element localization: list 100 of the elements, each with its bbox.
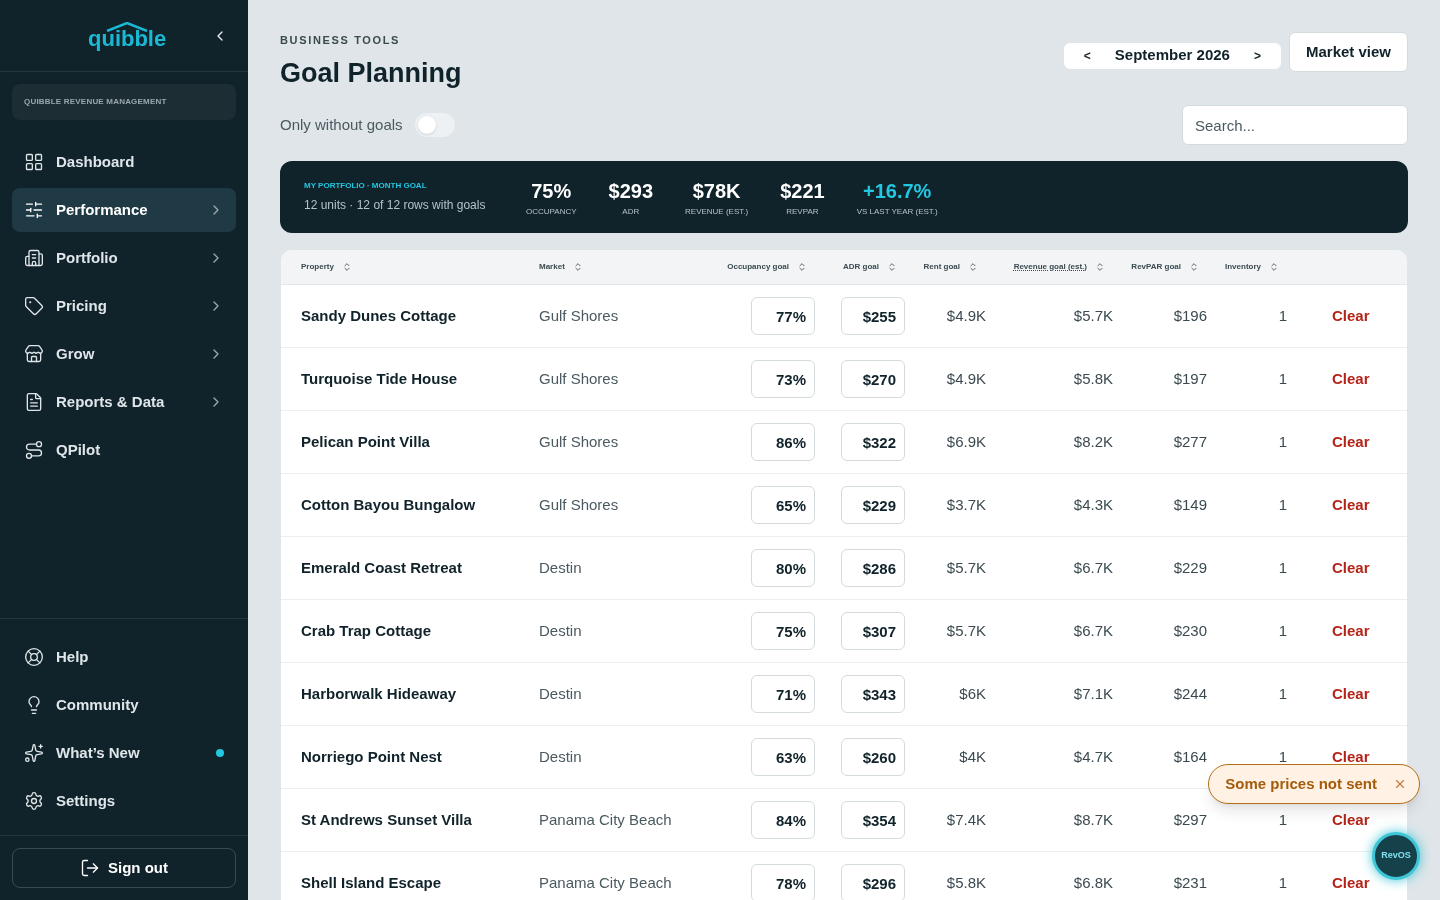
nav-item[interactable]: Reports & Data xyxy=(12,380,236,424)
adr-goal-field[interactable]: $270 xyxy=(841,360,905,398)
revenue-goal-cell-text: $6.8K xyxy=(1072,872,1113,893)
occupancy-goal-field[interactable]: 78% xyxy=(751,864,815,900)
adr-goal-field[interactable]: $307 xyxy=(841,612,905,650)
clear-button[interactable]: Clear xyxy=(1332,304,1370,328)
occupancy-goal-field[interactable]: 75% xyxy=(751,612,815,650)
adr-goal-field[interactable]: $354 xyxy=(841,801,905,839)
filter-label: Only without goals xyxy=(280,114,403,135)
previous-month-button[interactable]: < xyxy=(1083,46,1091,65)
adr-goal-field[interactable]: $322 xyxy=(841,423,905,461)
property-name: Sandy Dunes Cottage xyxy=(301,305,458,326)
rent-goal-cell-text: $5.7K xyxy=(945,557,986,578)
next-month-button[interactable]: > xyxy=(1253,46,1261,65)
clear-button[interactable]: Clear xyxy=(1332,871,1370,895)
market-cell-text: Gulf Shores xyxy=(539,368,620,389)
adr-goal-field[interactable]: $343 xyxy=(841,675,905,713)
sort-icon xyxy=(887,262,897,272)
nav-item[interactable]: Community xyxy=(12,683,236,727)
metric-label: VS LAST YEAR (EST.) xyxy=(856,206,938,218)
revpar-goal-cell-text: $229 xyxy=(1172,557,1207,578)
market-cell-text: Gulf Shores xyxy=(539,305,620,326)
occupancy-goal-field[interactable]: 86% xyxy=(751,423,815,461)
adr-goal-field[interactable]: $255 xyxy=(841,297,905,335)
toggle-switch[interactable] xyxy=(414,113,455,137)
metric-label: REVPAR xyxy=(786,206,819,218)
revenue-goal-cell-text: $7.1K xyxy=(1072,683,1113,704)
search-field[interactable]: Search... xyxy=(1182,105,1408,145)
property-name: Shell Island Escape xyxy=(301,872,443,893)
column-header[interactable]: ADR goal xyxy=(843,261,879,273)
property-name: Emerald Coast Retreat xyxy=(301,557,463,578)
clear-button[interactable]: Clear xyxy=(1332,682,1370,706)
adr-goal-field[interactable]: $260 xyxy=(841,738,905,776)
column-header[interactable]: RevPAR goal xyxy=(1131,261,1181,273)
nav-item[interactable]: Portfolio xyxy=(12,236,236,280)
occupancy-goal-field[interactable]: 71% xyxy=(751,675,815,713)
inventory-cell-text: 1 xyxy=(1277,557,1287,578)
nav-item[interactable]: Settings xyxy=(12,779,236,823)
column-header[interactable]: Rent goal xyxy=(923,261,960,273)
logo: quibble xyxy=(88,21,167,50)
revpar-goal-cell-text: $244 xyxy=(1172,683,1207,704)
close-button[interactable] xyxy=(1393,777,1407,791)
property-name: Harborwalk Hideaway xyxy=(301,683,458,704)
market-view-button[interactable]: Market view xyxy=(1288,32,1408,72)
clear-button[interactable]: Clear xyxy=(1332,745,1370,769)
nav-item[interactable]: Grow xyxy=(12,332,236,376)
rent-goal-cell-text: $6.9K xyxy=(945,431,986,452)
revenue-goal-cell-text: $6.7K xyxy=(1072,620,1113,641)
market-cell-text: Destin xyxy=(539,746,583,767)
metric-value: $221 xyxy=(780,179,825,204)
column-header[interactable]: Revenue goal (est.) xyxy=(1013,261,1087,273)
occupancy-goal-field[interactable]: 65% xyxy=(751,486,815,524)
toast-message: Some prices not sent xyxy=(1225,773,1377,794)
metric-value: $293 xyxy=(608,179,654,204)
rent-goal-cell-text: $5.7K xyxy=(945,620,986,641)
lifebuoy-icon xyxy=(24,647,44,667)
adr-goal-field[interactable]: $286 xyxy=(841,549,905,587)
rent-goal-cell-text: $4.9K xyxy=(945,368,986,389)
property-name: Pelican Point Villa xyxy=(301,431,431,452)
column-header[interactable]: Property xyxy=(301,261,334,273)
clear-button[interactable]: Clear xyxy=(1332,367,1370,391)
occupancy-goal-field[interactable]: 80% xyxy=(751,549,815,587)
nav-item[interactable]: QPilot xyxy=(12,428,236,472)
clear-button[interactable]: Clear xyxy=(1332,556,1370,580)
occupancy-goal-field[interactable]: 77% xyxy=(751,297,815,335)
metric-label: OCCUPANCY xyxy=(526,206,577,218)
summary-subtitle: 12 units · 12 of 12 rows with goals xyxy=(304,197,487,214)
occupancy-goal-field[interactable]: 84% xyxy=(751,801,815,839)
inventory-cell-text: 1 xyxy=(1277,431,1287,452)
nav-item[interactable]: Pricing xyxy=(12,284,236,328)
inventory-cell-text: 1 xyxy=(1277,305,1287,326)
nav-item[interactable]: What’s New xyxy=(12,731,236,775)
sign-out-button[interactable]: Sign out xyxy=(12,848,236,888)
rent-goal-cell-text: $7.4K xyxy=(945,809,986,830)
clear-button[interactable]: Clear xyxy=(1332,493,1370,517)
revenue-goal-cell-text: $6.7K xyxy=(1072,557,1113,578)
column-header[interactable]: Occupancy goal xyxy=(727,261,789,273)
nav-item[interactable]: Help xyxy=(12,635,236,679)
clear-button[interactable]: Clear xyxy=(1332,808,1370,832)
revenue-goal-cell-text: $4.7K xyxy=(1072,746,1113,767)
clear-button[interactable]: Clear xyxy=(1332,430,1370,454)
inventory-cell-text: 1 xyxy=(1277,746,1287,767)
rent-goal-cell-text: $6K xyxy=(958,683,986,704)
column-header[interactable]: Market xyxy=(539,261,565,273)
adr-goal-field[interactable]: $296 xyxy=(841,864,905,900)
sparkles-icon xyxy=(24,743,44,763)
grid-icon xyxy=(24,152,44,172)
market-cell-text: Panama City Beach xyxy=(539,809,673,830)
tag-icon xyxy=(24,296,44,316)
sort-icon xyxy=(797,262,807,272)
market-cell-text: Panama City Beach xyxy=(539,872,673,893)
adr-goal-field[interactable]: $229 xyxy=(841,486,905,524)
clear-button[interactable]: Clear xyxy=(1332,619,1370,643)
occupancy-goal-field[interactable]: 73% xyxy=(751,360,815,398)
nav-item[interactable]: Dashboard xyxy=(12,140,236,184)
metric-label: ADR xyxy=(622,206,640,218)
occupancy-goal-field[interactable]: 63% xyxy=(751,738,815,776)
assistant-button[interactable]: RevOS xyxy=(1372,832,1420,880)
column-header[interactable]: Inventory xyxy=(1225,261,1261,273)
nav-item[interactable]: Performance xyxy=(12,188,236,232)
